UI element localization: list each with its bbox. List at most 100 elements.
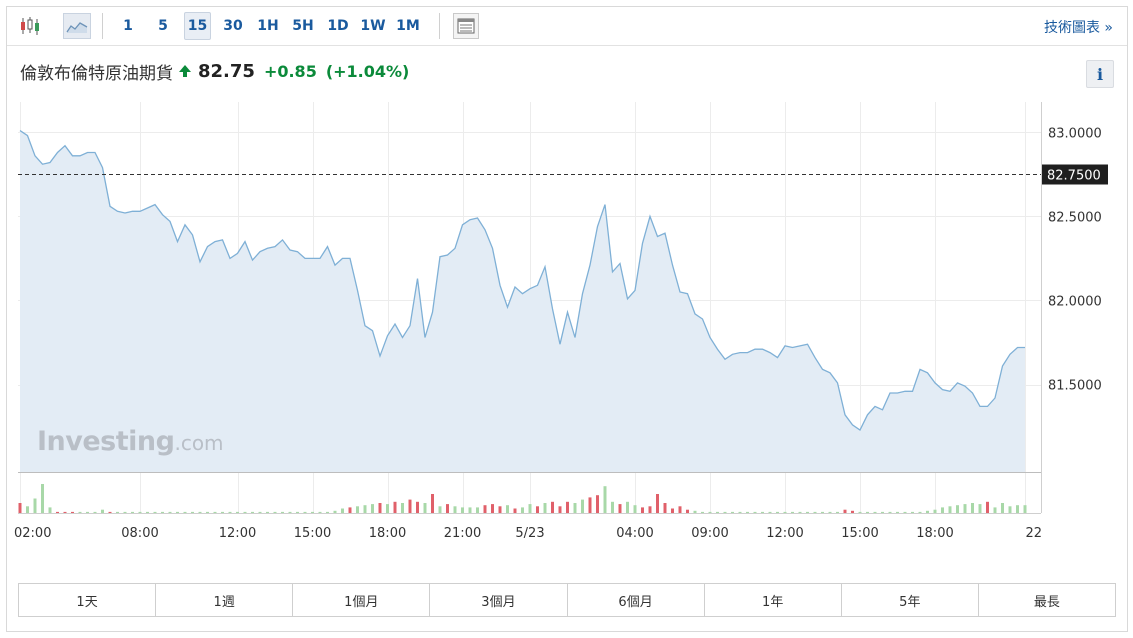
price-area-fill — [20, 130, 1025, 472]
volume-bar — [86, 511, 89, 513]
volume-bar — [101, 509, 104, 513]
y-tick-label: 81.5000 — [1048, 379, 1102, 394]
volume-bar — [581, 499, 584, 513]
price-chart[interactable]: 82.7500 83.0000 82.5000 82.0000 81.5000 02:00… — [0, 0, 1133, 580]
range-1d[interactable]: 1天 — [19, 584, 157, 616]
volume-bar — [768, 511, 772, 513]
volume-bar — [993, 507, 997, 513]
volume-bar — [33, 498, 37, 513]
volume-bar — [131, 511, 134, 513]
x-tick-label: 21:00 — [444, 526, 481, 541]
volume-bar — [611, 501, 614, 513]
range-1m[interactable]: 1個月 — [293, 584, 431, 616]
volume-bar — [671, 508, 674, 513]
volume-bar — [506, 505, 509, 513]
volume-bar — [746, 511, 749, 513]
volume-bar — [986, 501, 989, 513]
volume-bar — [941, 507, 944, 513]
range-3m[interactable]: 3個月 — [430, 584, 568, 616]
volume-bar — [26, 506, 29, 513]
volume-bar — [566, 501, 569, 513]
volume-bar — [183, 511, 187, 513]
volume-bar — [221, 511, 224, 513]
volume-bars — [18, 484, 1027, 513]
range-6m[interactable]: 6個月 — [568, 584, 705, 616]
range-5y[interactable]: 5年 — [842, 584, 979, 616]
volume-bar — [56, 511, 59, 513]
volume-bar — [498, 506, 502, 513]
current-price-label: 82.7500 — [1047, 169, 1101, 184]
volume-bar — [116, 511, 119, 513]
y-tick-label: 82.0000 — [1048, 294, 1102, 309]
investing-watermark: Investing.com — [37, 426, 224, 457]
volume-bar — [836, 511, 839, 513]
volume-bar — [461, 507, 464, 513]
volume-bar — [408, 499, 412, 513]
volume-bar — [656, 494, 659, 513]
x-tick-label: 12:00 — [219, 526, 256, 541]
volume-bar — [258, 511, 262, 513]
volume-bar — [453, 506, 457, 513]
volume-bar — [78, 511, 82, 513]
volume-bar — [423, 503, 427, 513]
volume-bar — [633, 505, 637, 513]
volume-bar — [791, 511, 794, 513]
volume-bar — [603, 486, 607, 513]
volume-bar — [701, 511, 704, 513]
volume-bar — [723, 511, 727, 513]
volume-bar — [896, 511, 899, 513]
volume-bar — [956, 505, 959, 513]
volume-bar — [761, 511, 764, 513]
volume-bar — [648, 506, 652, 513]
volume-bar — [303, 511, 307, 513]
volume-bar — [641, 507, 644, 513]
volume-bar — [1008, 506, 1012, 513]
volume-bar — [686, 509, 689, 513]
volume-bar — [153, 511, 157, 513]
volume-bar — [446, 504, 449, 513]
volume-bar — [476, 507, 479, 513]
volume-bar — [918, 511, 922, 513]
y-tick-label: 82.5000 — [1048, 210, 1102, 225]
price-area — [19, 130, 1025, 472]
volume-bar — [198, 511, 202, 513]
range-selector: 1天 1週 1個月 3個月 6個月 1年 5年 最長 — [18, 583, 1116, 617]
volume-bar — [191, 511, 194, 513]
volume-bar — [311, 511, 314, 513]
volume-bar — [693, 510, 697, 513]
x-tick-label: 5/23 — [515, 526, 544, 541]
volume-bar — [663, 503, 667, 513]
volume-bar — [933, 509, 937, 513]
range-1w[interactable]: 1週 — [156, 584, 294, 616]
x-tick-label: 04:00 — [616, 526, 653, 541]
volume-bar — [161, 511, 164, 513]
volume-bar — [236, 511, 239, 513]
x-tick-label: 08:00 — [121, 526, 158, 541]
range-1y[interactable]: 1年 — [705, 584, 842, 616]
volume-bar — [596, 495, 599, 513]
volume-bar — [1016, 505, 1019, 513]
volume-bar — [626, 501, 629, 513]
y-tick-label: 83.0000 — [1048, 126, 1102, 141]
volume-bar — [536, 506, 539, 513]
volume-bar — [438, 506, 442, 513]
volume-bar — [866, 511, 869, 513]
range-max[interactable]: 最長 — [979, 584, 1115, 616]
volume-bar — [93, 511, 97, 513]
volume-bar — [333, 510, 337, 513]
volume-bar — [573, 503, 577, 513]
volume-bar — [266, 511, 269, 513]
volume-bar — [348, 507, 352, 513]
volume-bar — [176, 511, 179, 513]
volume-bar — [978, 504, 982, 513]
volume-bar — [146, 511, 149, 513]
x-tick-label: 22 — [1025, 526, 1042, 541]
volume-bar — [873, 511, 877, 513]
volume-bar — [618, 504, 622, 513]
volume-bar — [393, 501, 397, 513]
volume-bar — [273, 511, 277, 513]
volume-bar — [858, 511, 862, 513]
volume-bar — [281, 511, 284, 513]
volume-bar — [483, 505, 487, 513]
volume-bar — [963, 504, 967, 513]
